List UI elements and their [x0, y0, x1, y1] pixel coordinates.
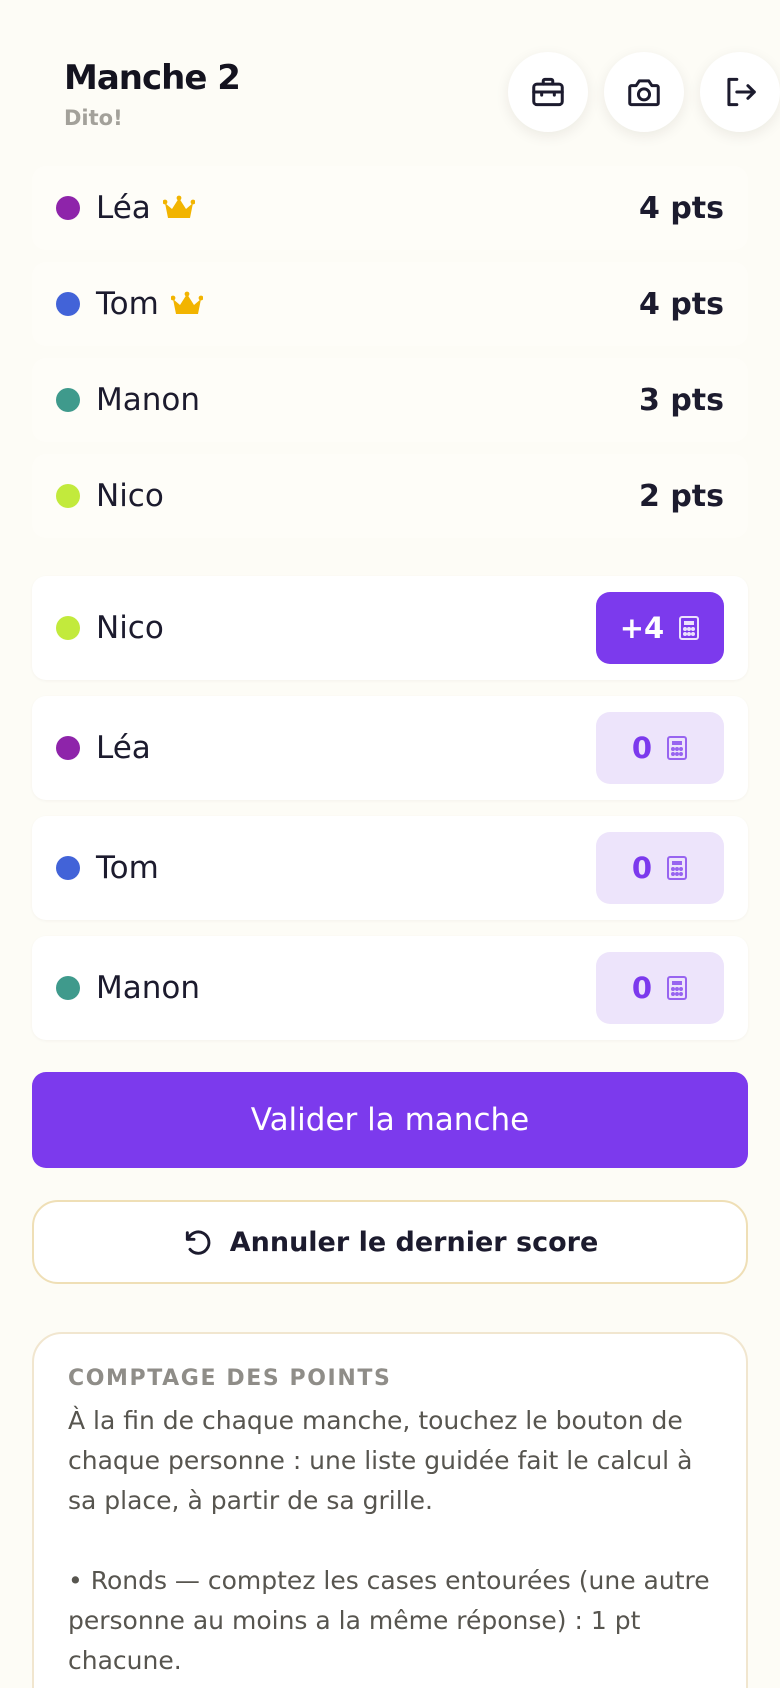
round-score-value: 0 [631, 731, 653, 765]
player-name: Manon [96, 382, 201, 418]
info-paragraph: • Ronds — comptez les cases entourées (u… [68, 1566, 710, 1675]
player-color-dot [56, 292, 80, 316]
player-points: 4 pts [639, 286, 724, 322]
calculator-icon [667, 976, 688, 1000]
undo-label: Annuler le dernier score [229, 1226, 599, 1258]
calculator-icon [679, 616, 700, 640]
score-calculator-button[interactable]: 0 [596, 952, 724, 1024]
round-score-value: 0 [631, 851, 653, 885]
round-score-value: +4 [619, 611, 665, 645]
ranking-row: Léa 4 pts [32, 160, 748, 256]
ranking-row: Manon 3 pts [32, 352, 748, 448]
exit-icon [727, 77, 756, 107]
score-card: Manon 0 [32, 936, 748, 1040]
score-card: Tom 0 [32, 816, 748, 920]
calculator-icon [667, 736, 688, 760]
player-color-dot [56, 976, 80, 1000]
undo-icon [185, 1230, 211, 1255]
player-name: Tom [96, 850, 159, 886]
player-name: Léa [96, 730, 151, 766]
crown-icon [170, 291, 203, 317]
scoring-info-card: COMPTAGE DES POINTS À la fin de chaque m… [32, 1332, 748, 1688]
camera-icon [628, 79, 660, 107]
ranking-row: Nico 2 pts [32, 448, 748, 544]
player-color-dot [56, 484, 80, 508]
round-score-value: 0 [631, 971, 653, 1005]
camera-button[interactable] [604, 52, 684, 132]
info-body: À la fin de chaque manche, touchez le bo… [68, 1401, 714, 1681]
player-name: Léa [96, 190, 151, 226]
player-color-dot [56, 616, 80, 640]
info-paragraph: À la fin de chaque manche, touchez le bo… [68, 1406, 693, 1515]
ranking-list: Léa 4 pts Tom 4 pts Manon 3 pts Nico 2 p… [32, 160, 748, 544]
score-calculator-button[interactable]: 0 [596, 712, 724, 784]
info-heading: COMPTAGE DES POINTS [68, 1366, 392, 1391]
player-color-dot [56, 388, 80, 412]
scoreboard-screen: Manche 2 Dito! Léa 4 pts Tom 4 pts Manon… [0, 0, 780, 1688]
briefcase-icon [532, 77, 564, 107]
player-color-dot [56, 196, 80, 220]
round-score-list: Nico +4 Léa 0 Tom 0 Manon 0 [32, 576, 748, 1056]
score-card: Léa 0 [32, 696, 748, 800]
ranking-row: Tom 4 pts [32, 256, 748, 352]
undo-last-score-button[interactable]: Annuler le dernier score [32, 1200, 748, 1284]
crown-icon [162, 195, 195, 221]
calculator-icon [667, 856, 688, 880]
player-color-dot [56, 856, 80, 880]
exit-button[interactable] [700, 52, 780, 132]
score-calculator-button[interactable]: +4 [596, 592, 724, 664]
player-points: 4 pts [639, 190, 724, 226]
score-card: Nico +4 [32, 576, 748, 680]
player-name: Nico [96, 478, 164, 514]
score-calculator-button[interactable]: 0 [596, 832, 724, 904]
page-title: Manche 2 [64, 58, 241, 98]
game-name: Dito! [64, 106, 123, 130]
player-name: Manon [96, 970, 201, 1006]
player-points: 3 pts [639, 382, 724, 418]
player-name: Nico [96, 610, 164, 646]
validate-round-button[interactable]: Valider la manche [32, 1072, 748, 1168]
header: Manche 2 Dito! [32, 0, 780, 160]
player-points: 2 pts [639, 478, 724, 514]
toolbox-button[interactable] [508, 52, 588, 132]
player-name: Tom [96, 286, 159, 322]
player-color-dot [56, 736, 80, 760]
